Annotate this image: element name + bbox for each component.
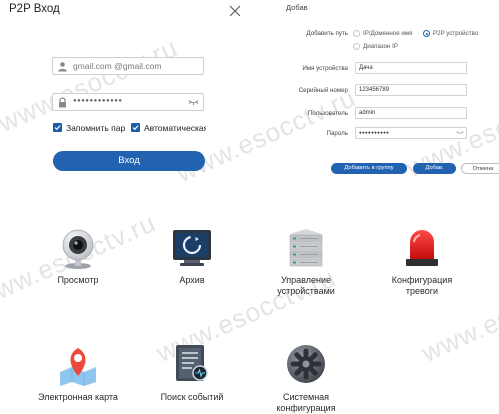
server-rack-icon [289,229,323,267]
radio-ip-range[interactable] [353,43,360,50]
login-button[interactable]: Вход [53,151,205,171]
tile-device-management[interactable]: Управление устройствами [256,226,335,296]
tile-label-line: Управление [280,275,332,285]
tile-live-view-label: Просмотр [57,275,99,285]
dialog-title: Добав [286,3,308,12]
tile-event-search[interactable]: Поиск событий [142,342,223,402]
radio-p2p-device[interactable] [423,30,430,37]
tile-label-line: конфигурация [276,403,336,413]
username-input[interactable]: admin [355,107,467,119]
system-gear-icon [287,345,325,383]
radio-p2p-device-label: P2P устройство [433,30,479,37]
username-label: Пользователь [307,110,348,117]
radio-ip-range-label: Диапазон IP [363,43,399,50]
user-icon [58,62,67,72]
alarm-siren-icon [406,230,438,266]
add-to-group-button[interactable]: Добавить в группу [331,163,407,174]
add-button[interactable]: Добав. [413,163,456,174]
tile-label-line: Системная [282,392,330,402]
login-title: P2P Вход [9,3,60,15]
eye-hidden-icon[interactable] [456,130,464,136]
remember-password-checkbox[interactable] [53,123,62,132]
lock-icon [59,97,66,108]
tile-live-view[interactable]: Просмотр [28,226,100,285]
tile-archive-label: Архив [179,275,205,285]
email-value: gmail.com @gmail.com [73,61,162,71]
tile-device-management-label: Управление устройствами [256,275,356,297]
tile-label-line: устройствами [277,286,335,296]
tile-label-line: тревоги [405,286,439,296]
password-field[interactable]: ●●●●●●●●●●●● [52,93,204,111]
password-value: ●●●●●●●●●●●● [73,98,123,104]
password-label: Пароль [326,130,348,137]
eye-hidden-icon[interactable] [188,98,199,107]
tile-event-search-label: Поиск событий [160,392,224,402]
radio-ip-domain[interactable] [353,30,360,37]
event-search-icon [176,345,208,381]
dialog-password-input[interactable]: ●●●●●●●●●● [355,127,467,139]
email-field[interactable]: gmail.com @gmail.com [52,57,204,75]
archive-playback-icon [173,230,211,266]
tile-emap[interactable]: Электронная карта [28,342,118,402]
tile-alarm-config[interactable]: Конфигурация тревоги [372,226,452,296]
map-pin-icon [60,348,96,386]
auto-login-checkbox[interactable] [131,123,140,132]
radio-ip-domain-label: IP/Доменное имя [363,30,413,37]
device-name-label: Имя устройства [302,65,348,72]
serial-number-label: Серийный номер [298,87,348,94]
cancel-button[interactable]: Отмена [461,163,499,174]
remember-password-label: Запомнить пар [66,123,126,133]
tile-system-config[interactable]: Системная конфигурация [256,342,336,413]
auto-login-label: Автоматическая [144,123,206,133]
tile-system-config-label: Системная конфигурация [256,392,356,414]
webcam-icon [62,229,94,269]
device-name-input[interactable]: Дача [355,62,467,74]
tile-archive[interactable]: Архив [142,226,214,285]
tile-label-line: Конфигурация [391,275,453,285]
serial-number-input[interactable]: 123456789 [355,84,467,96]
add-method-label: Добавить путь [306,30,348,37]
close-icon[interactable] [228,4,242,18]
tile-emap-label: Электронная карта [38,392,118,402]
tile-alarm-config-label: Конфигурация тревоги [372,275,472,297]
